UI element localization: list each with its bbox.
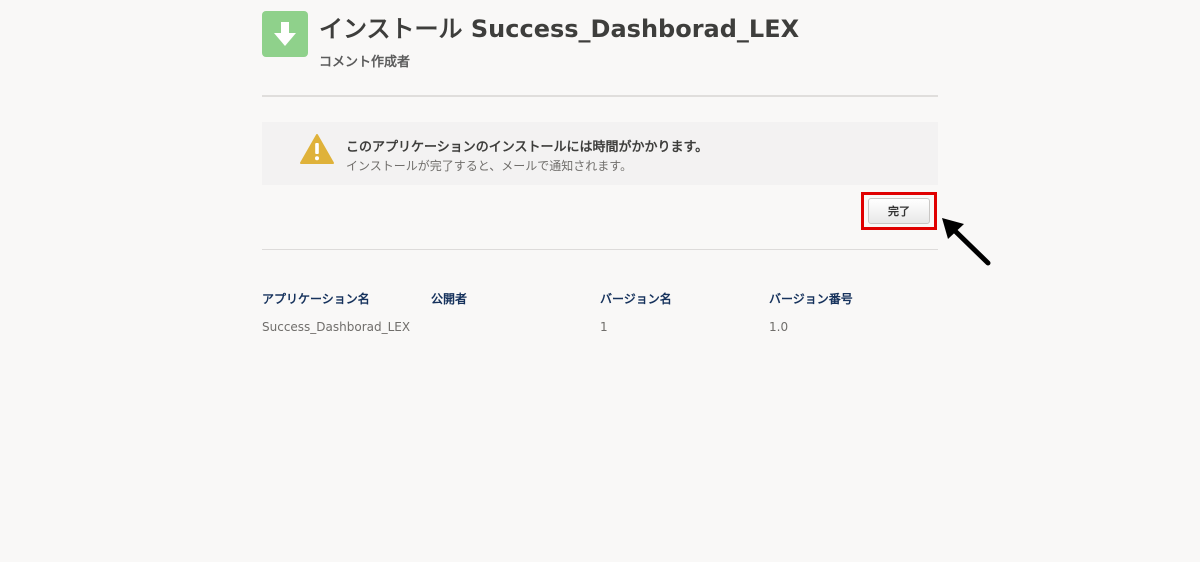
column-header-version-number: バージョン番号 <box>769 292 853 306</box>
table-row: Success_Dashborad_LEX 1 1.0 <box>262 320 938 334</box>
notice-body: インストールが完了すると、メールで通知されます。 <box>346 159 633 173</box>
column-header-version-name: バージョン名 <box>600 292 672 306</box>
column-header-publisher: 公開者 <box>431 292 468 306</box>
done-button[interactable]: 完了 <box>868 198 930 224</box>
notice-title: このアプリケーションのインストールには時間がかかります。 <box>346 140 709 155</box>
cell-version-name: 1 <box>600 320 608 334</box>
page-subtitle: コメント作成者 <box>319 55 411 70</box>
header-divider <box>262 95 938 97</box>
cell-publisher <box>431 320 600 334</box>
install-page: インストール Success_Dashborad_LEX コメント作成者 このア… <box>0 0 1200 562</box>
table-header-row: アプリケーション名 公開者 バージョン名 バージョン番号 <box>262 290 938 310</box>
download-icon <box>262 11 308 57</box>
page-header: インストール Success_Dashborad_LEX コメント作成者 <box>262 11 799 70</box>
page-title: インストール Success_Dashborad_LEX <box>319 15 800 43</box>
warning-icon <box>300 134 334 164</box>
header-text: インストール Success_Dashborad_LEX コメント作成者 <box>319 11 799 70</box>
pointer-arrow-icon <box>942 218 991 266</box>
cell-app-name: Success_Dashborad_LEX <box>262 320 411 334</box>
column-header-app-name: アプリケーション名 <box>262 292 370 306</box>
install-notice: このアプリケーションのインストールには時間がかかります。 インストールが完了する… <box>262 122 938 185</box>
cell-version-number: 1.0 <box>769 320 789 334</box>
package-info-table: アプリケーション名 公開者 バージョン名 バージョン番号 Success_Das… <box>262 290 938 334</box>
section-divider <box>262 249 938 250</box>
